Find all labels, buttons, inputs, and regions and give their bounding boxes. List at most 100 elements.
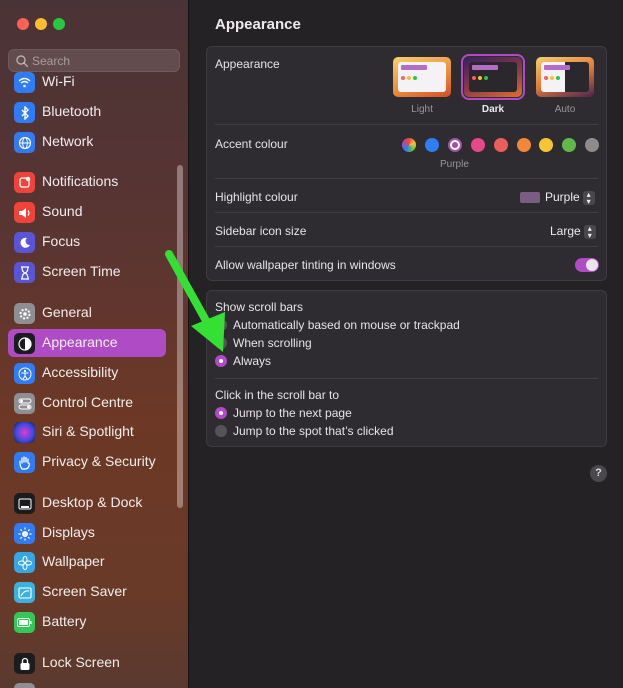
- help-button[interactable]: ?: [590, 465, 607, 482]
- zoom-window-button[interactable]: [53, 18, 65, 30]
- sidebar-item-focus[interactable]: Focus: [8, 228, 166, 256]
- sidebar-item-sound[interactable]: Sound: [8, 198, 166, 226]
- accent-yellow-swatch[interactable]: [539, 138, 553, 152]
- speaker-icon: [14, 202, 35, 223]
- sidebar-item-label: Sound: [42, 203, 83, 219]
- main-pane: Appearance Appearance Light Dark Auto Ac…: [190, 0, 623, 688]
- accessibility-icon: [14, 363, 35, 384]
- appearance-caption-auto: Auto: [554, 104, 576, 115]
- jump-to-spot-radio[interactable]: [215, 425, 227, 437]
- sidebar-item-accessibility[interactable]: Accessibility: [8, 359, 166, 387]
- sidebar-item-label: Privacy & Security: [42, 453, 156, 469]
- sidebar-item-label: Appearance: [42, 334, 118, 350]
- sidebar-item-label: Lock Screen: [42, 654, 120, 670]
- divider: [215, 124, 598, 125]
- sidebar-item-label: Bluetooth: [42, 103, 102, 119]
- appearance-icon: [14, 333, 35, 354]
- chevron-updown-icon: ▴ ▾: [582, 190, 595, 205]
- settings-window: Search Wi-Fi Bluetooth Network Notificat…: [0, 0, 623, 688]
- sidebar-item-privacy-security[interactable]: Privacy & Security: [8, 448, 166, 476]
- sidebar-item-bluetooth[interactable]: Bluetooth: [8, 98, 166, 126]
- sidebar-item-control-centre[interactable]: Control Centre: [8, 389, 166, 417]
- accent-graphite-swatch[interactable]: [585, 138, 599, 152]
- battery-icon: [14, 612, 35, 633]
- screensaver-icon: [14, 582, 35, 603]
- sidebar-item-notifications[interactable]: Notifications: [8, 168, 166, 196]
- light-preview-window: [398, 62, 446, 92]
- dock-icon: [14, 493, 35, 514]
- sidebar-icon-size-popup[interactable]: Large ▴ ▾: [550, 224, 596, 239]
- sidebar-item-wifi[interactable]: Wi-Fi: [8, 68, 166, 96]
- sidebar-item-screen-time[interactable]: Screen Time: [8, 258, 166, 286]
- sidebar-icon-size-label: Sidebar icon size: [215, 224, 307, 238]
- highlight-colour-popup[interactable]: Purple ▴ ▾: [520, 190, 595, 205]
- sidebar-item-label: Wallpaper: [42, 553, 105, 569]
- sidebar-item-label: Control Centre: [42, 394, 134, 410]
- sidebar-item-appearance[interactable]: Appearance: [8, 329, 166, 357]
- highlight-colour-label: Highlight colour: [215, 190, 298, 204]
- sidebar-item-label: Focus: [42, 233, 81, 249]
- annotation-arrow-icon: [165, 250, 225, 352]
- sidebar-item-general[interactable]: General: [8, 299, 166, 327]
- sidebar-item-displays[interactable]: Displays: [8, 519, 166, 547]
- close-window-button[interactable]: [17, 18, 29, 30]
- sidebar-item-label: Screen Time: [42, 263, 121, 279]
- appearance-option-dark[interactable]: [461, 54, 525, 100]
- wallpaper-tinting-toggle[interactable]: [575, 258, 599, 272]
- bluetooth-icon: [14, 102, 35, 123]
- appearance-option-auto[interactable]: [536, 57, 594, 97]
- click-scroll-bar-label: Click in the scroll bar to: [215, 388, 340, 402]
- accent-purple-swatch[interactable]: [448, 138, 462, 152]
- sidebar-item-screen-saver[interactable]: Screen Saver: [8, 578, 166, 606]
- appearance-caption-light: Light: [411, 104, 433, 115]
- highlight-value: Purple: [545, 190, 580, 204]
- wallpaper-tinting-label: Allow wallpaper tinting in windows: [215, 258, 396, 272]
- sidebar-item-label: Screen Saver: [42, 583, 127, 599]
- highlight-swatch: [520, 192, 540, 204]
- appearance-option-light[interactable]: [393, 57, 451, 97]
- accent-red-swatch[interactable]: [494, 138, 508, 152]
- divider: [215, 246, 598, 247]
- jump-next-page-label: Jump to the next page: [233, 406, 352, 420]
- scroll-always-label: Always: [233, 354, 272, 368]
- sidebar-item-partial[interactable]: [8, 679, 166, 688]
- accent-green-swatch[interactable]: [562, 138, 576, 152]
- accent-blue-swatch[interactable]: [425, 138, 439, 152]
- jump-next-page-radio[interactable]: [215, 407, 227, 419]
- appearance-label: Appearance: [215, 57, 280, 71]
- scroll-when-scrolling-label: When scrolling: [233, 336, 312, 350]
- scroll-bars-group: Show scroll bars Automatically based on …: [206, 290, 607, 447]
- siri-icon: [14, 422, 35, 443]
- sidebar-item-network[interactable]: Network: [8, 128, 166, 156]
- sidebar-item-lock-screen[interactable]: Lock Screen: [8, 649, 166, 677]
- minimize-window-button[interactable]: [35, 18, 47, 30]
- accent-selected-caption: Purple: [440, 159, 469, 170]
- switches-icon: [14, 393, 35, 414]
- sidebar-item-label: Notifications: [42, 173, 119, 189]
- sidebar-item-label: Accessibility: [42, 364, 119, 380]
- sidebar-item-label: Battery: [42, 613, 87, 629]
- sidebar-item-wallpaper[interactable]: Wallpaper: [8, 548, 166, 576]
- gear-icon: [14, 303, 35, 324]
- appearance-caption-dark: Dark: [481, 104, 505, 115]
- sidebar-item-label: Displays: [42, 524, 95, 540]
- sidebar-item-label: Siri & Spotlight: [42, 423, 134, 439]
- touch-id-icon: [14, 683, 35, 688]
- chevron-updown-icon: ▴ ▾: [583, 224, 596, 239]
- accent-pink-swatch[interactable]: [471, 138, 485, 152]
- sidebar-item-label: General: [42, 304, 92, 320]
- wifi-icon: [14, 72, 35, 93]
- sidebar-item-siri-spotlight[interactable]: Siri & Spotlight: [8, 418, 166, 446]
- scroll-auto-label: Automatically based on mouse or trackpad: [233, 318, 460, 332]
- accent-orange-swatch[interactable]: [517, 138, 531, 152]
- bell-icon: [14, 172, 35, 193]
- appearance-settings-group: Appearance Light Dark Auto Accent colour…: [206, 46, 607, 281]
- accent-colour-label: Accent colour: [215, 137, 288, 151]
- accent-multicolor-swatch[interactable]: [402, 138, 416, 152]
- hourglass-icon: [14, 262, 35, 283]
- sidebar-item-battery[interactable]: Battery: [8, 608, 166, 636]
- divider: [215, 212, 598, 213]
- sidebar-item-desktop-dock[interactable]: Desktop & Dock: [8, 489, 166, 517]
- divider: [215, 378, 598, 379]
- moon-icon: [14, 232, 35, 253]
